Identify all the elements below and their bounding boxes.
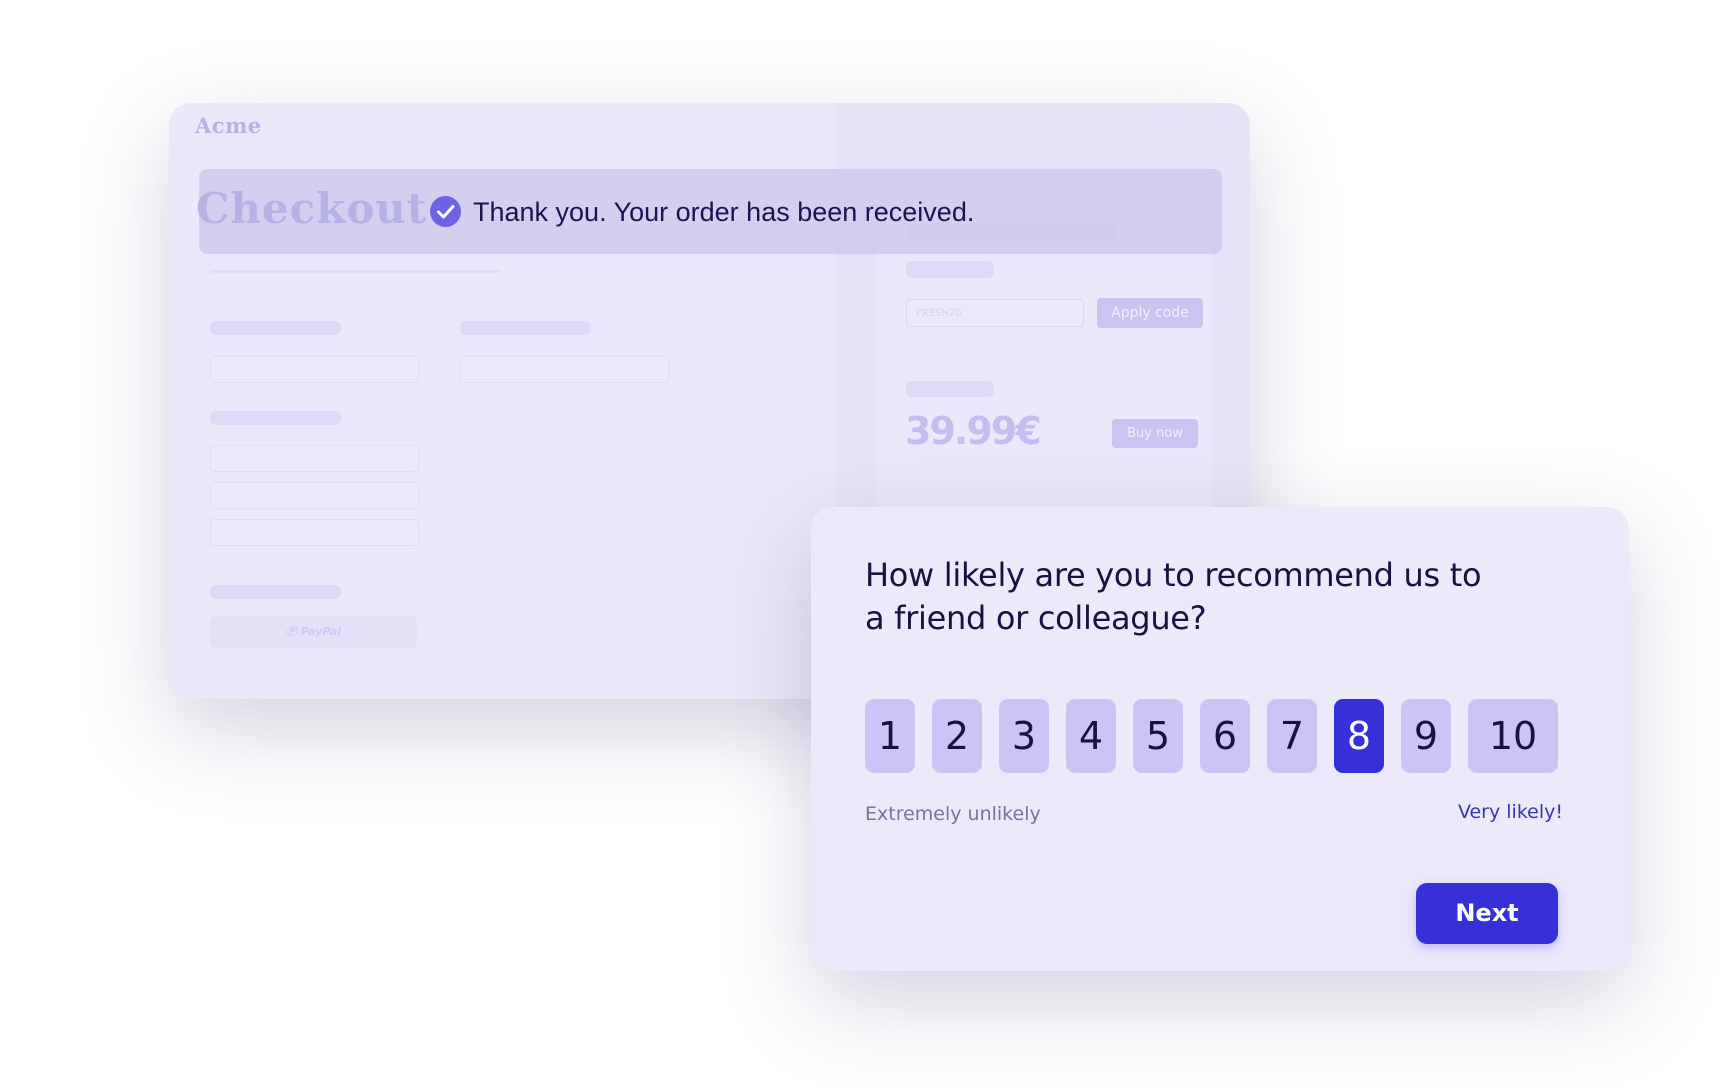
page-title: Checkout	[196, 184, 428, 233]
buy-now-button[interactable]: Buy now	[1112, 419, 1198, 448]
form-label-placeholder	[210, 411, 341, 425]
form-field[interactable]	[460, 356, 669, 383]
paypal-label: PayPal	[300, 625, 341, 638]
form-field[interactable]	[210, 482, 419, 509]
score-button-10[interactable]: 10	[1468, 699, 1558, 773]
paypal-icon: Ⓟ	[285, 625, 297, 638]
score-button-7[interactable]: 7	[1267, 699, 1317, 773]
score-button-8[interactable]: 8	[1334, 699, 1384, 773]
brand-logo: Acme	[195, 113, 262, 138]
form-field[interactable]	[210, 356, 419, 383]
total-label-placeholder	[906, 381, 994, 397]
survey-question: How likely are you to recommend us to a …	[865, 556, 1482, 637]
score-button-9[interactable]: 9	[1401, 699, 1451, 773]
total-price: 39.99€	[905, 409, 1042, 453]
apply-code-button[interactable]: Apply code	[1097, 298, 1203, 328]
discount-code-input[interactable]: FRESH20	[906, 299, 1084, 327]
next-button[interactable]: Next	[1416, 883, 1558, 944]
score-button-4[interactable]: 4	[1066, 699, 1116, 773]
form-label-placeholder	[210, 585, 341, 599]
score-button-3[interactable]: 3	[999, 699, 1049, 773]
nps-survey-card: How likely are you to recommend us to a …	[811, 507, 1629, 971]
scale-high-label: Very likely!	[1457, 801, 1563, 823]
score-button-5[interactable]: 5	[1133, 699, 1183, 773]
form-field[interactable]	[210, 445, 419, 472]
check-circle-icon	[430, 196, 461, 227]
success-message: Thank you. Your order has been received.	[473, 197, 975, 227]
scale-low-label: Extremely unlikely	[865, 803, 1041, 825]
progress-bar	[210, 270, 501, 273]
summary-line-placeholder	[906, 261, 994, 278]
score-button-1[interactable]: 1	[865, 699, 915, 773]
score-button-2[interactable]: 2	[932, 699, 982, 773]
form-label-placeholder	[210, 321, 341, 335]
form-label-placeholder	[460, 321, 591, 335]
score-button-6[interactable]: 6	[1200, 699, 1250, 773]
paypal-button[interactable]: Ⓟ PayPal	[210, 616, 417, 648]
form-field[interactable]	[210, 519, 419, 546]
